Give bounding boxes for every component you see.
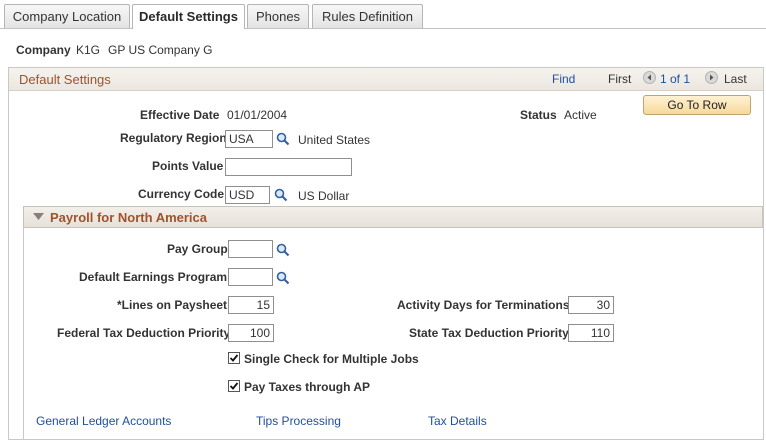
effective-date-label: Effective Date [140,108,220,122]
regulatory-region-label: Regulatory Region [120,131,227,145]
pay-group-label: Pay Group [167,242,228,256]
find-link[interactable]: Find [552,72,575,86]
state-tax-priority-label: State Tax Deduction Priority [409,326,569,340]
tab-phones[interactable]: Phones [247,4,309,28]
single-check-label: Single Check for Multiple Jobs [244,352,419,366]
activity-days-input[interactable]: 30 [568,296,614,314]
payroll-section-title: Payroll for North America [50,210,208,225]
single-check-checkbox[interactable] [228,352,240,364]
tips-processing-link[interactable]: Tips Processing [256,414,341,428]
regulatory-region-lookup-icon[interactable] [276,132,290,146]
default-earnings-program-label: Default Earnings Program [79,270,228,284]
state-tax-priority-input[interactable]: 110 [568,324,614,342]
regulatory-region-input[interactable]: USA [225,130,273,148]
pay-taxes-ap-checkbox[interactable] [228,380,240,392]
pay-taxes-ap-label: Pay Taxes through AP [244,380,371,394]
tax-details-link[interactable]: Tax Details [428,414,487,428]
previous-row-icon[interactable] [643,71,656,84]
activity-days-label: Activity Days for Terminations [397,298,570,312]
currency-code-desc: US Dollar [298,189,350,203]
effective-date-value: 01/01/2004 [227,108,288,122]
lines-on-paysheet-input[interactable]: 15 [228,296,274,314]
federal-tax-priority-input[interactable]: 100 [228,324,274,342]
regulatory-region-desc: United States [298,133,371,147]
points-value-input[interactable] [225,158,352,176]
checkmark-icon [229,382,239,390]
points-value-label: Points Value [152,159,224,173]
pay-group-input[interactable] [228,240,273,258]
currency-code-input[interactable]: USD [225,186,270,204]
collapse-triangle-icon[interactable] [33,213,44,221]
last-label[interactable]: Last [724,72,747,86]
currency-code-label: Currency Code [138,187,225,201]
tab-bar: Company Location Default Settings Phones… [0,0,766,29]
lines-on-paysheet-label: *Lines on Paysheet [117,298,228,312]
checkmark-icon [229,354,239,362]
default-earnings-program-input[interactable] [228,268,273,286]
pay-group-lookup-icon[interactable] [276,243,290,257]
currency-code-lookup-icon[interactable] [274,188,288,202]
company-label: Company [16,43,71,57]
row-pager: 1 of 1 [660,72,691,86]
general-ledger-accounts-link[interactable]: General Ledger Accounts [36,414,171,428]
status-value: Active [564,108,597,122]
first-label[interactable]: First [608,72,631,86]
tab-rules-definition[interactable]: Rules Definition [312,4,423,28]
panel-title: Default Settings [19,72,111,87]
go-to-row-button[interactable]: Go To Row [643,95,751,115]
company-code: K1G [76,43,101,57]
tab-divider [0,28,766,29]
default-earnings-program-lookup-icon[interactable] [276,271,290,285]
next-row-icon[interactable] [705,71,718,84]
tab-company-location[interactable]: Company Location [4,4,130,28]
tab-default-settings[interactable]: Default Settings [132,4,245,29]
status-label: Status [520,108,557,122]
company-name: GP US Company G [108,43,213,57]
federal-tax-priority-label: Federal Tax Deduction Priority [57,326,231,340]
